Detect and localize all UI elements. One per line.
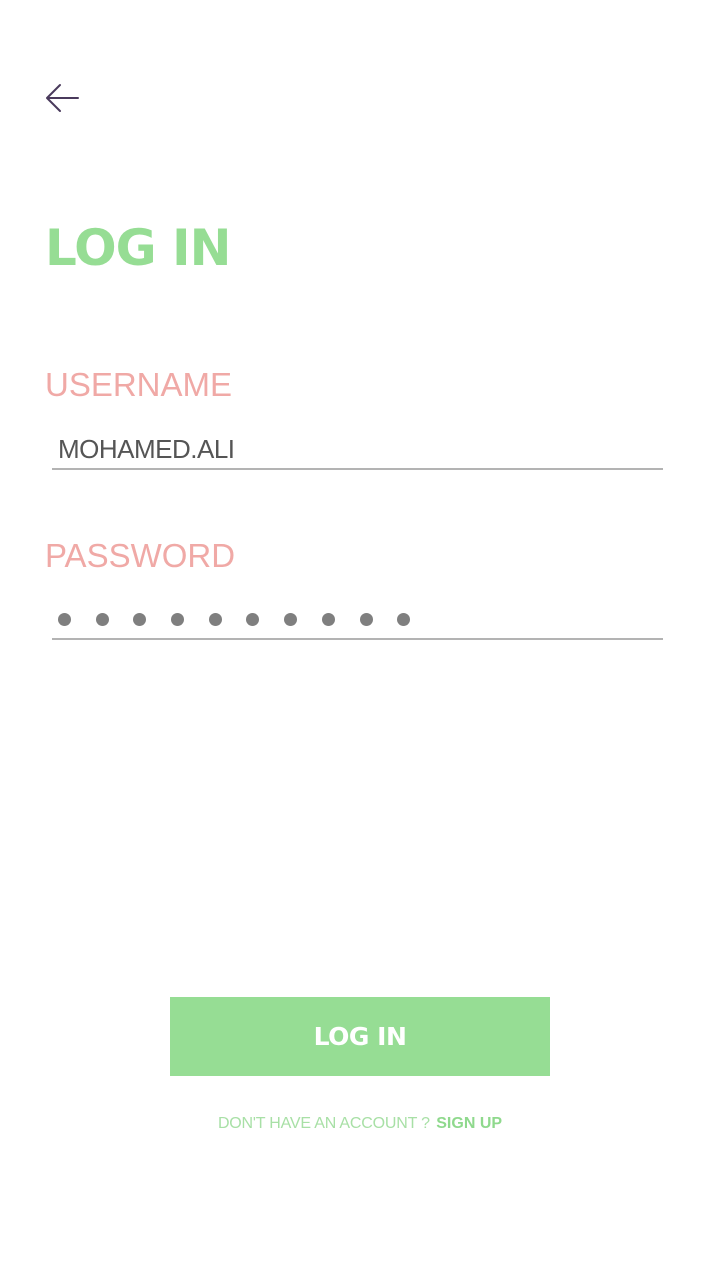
signup-link[interactable]: SIGN UP	[436, 1115, 502, 1132]
signup-prompt: DON'T HAVE AN ACCOUNT ?	[217, 1115, 430, 1132]
password-dot	[133, 612, 147, 626]
page-title: LOG IN	[45, 219, 231, 277]
password-dot	[284, 612, 298, 626]
password-dot	[321, 612, 335, 626]
username-input[interactable]	[52, 430, 663, 468]
password-dot	[58, 612, 71, 626]
password-dot	[208, 612, 222, 626]
password-dot	[397, 612, 411, 626]
username-field-container	[52, 430, 663, 470]
username-label: USERNAME	[45, 366, 233, 403]
arrow-left-icon	[46, 84, 79, 112]
password-dot	[359, 612, 373, 626]
login-button[interactable]: LOG IN	[170, 997, 550, 1076]
password-dot	[246, 612, 260, 626]
password-dot	[171, 612, 185, 626]
back-button[interactable]	[38, 78, 86, 118]
password-mask	[52, 600, 663, 638]
password-dot	[95, 612, 109, 626]
password-field[interactable]	[52, 600, 663, 640]
password-label: PASSWORD	[45, 537, 236, 574]
signup-row: DON'T HAVE AN ACCOUNT ? SIGN UP	[0, 1113, 720, 1135]
